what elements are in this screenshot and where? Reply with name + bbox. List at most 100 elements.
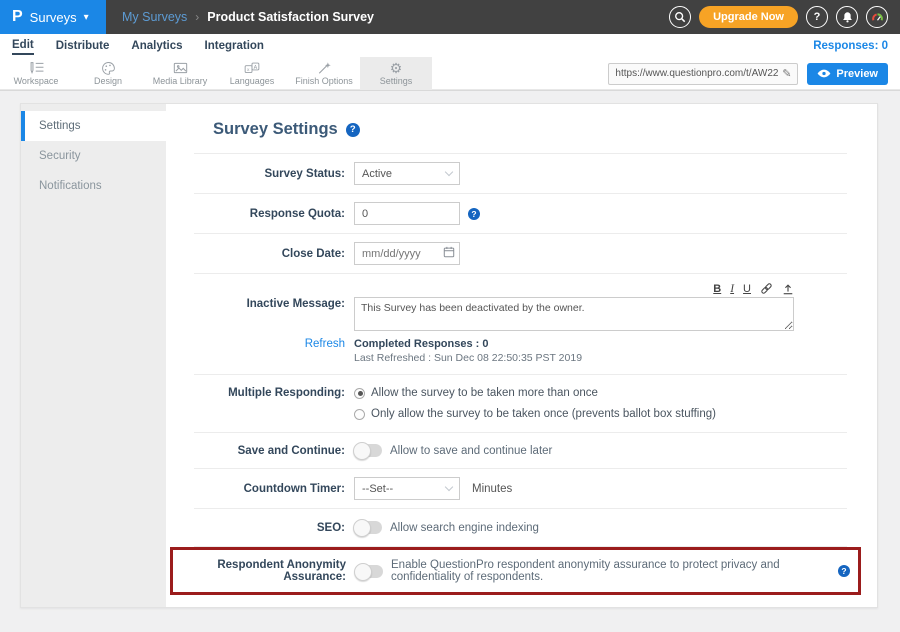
radio-button-icon[interactable]: [354, 409, 365, 420]
help-button[interactable]: ?: [806, 6, 828, 28]
tab-integration[interactable]: Integration: [205, 38, 264, 54]
close-date-row: Close Date:: [194, 234, 847, 274]
questionpro-logo: P: [12, 9, 23, 25]
tab-edit[interactable]: Edit: [12, 37, 34, 55]
survey-status-select[interactable]: Active: [354, 162, 460, 185]
toolbar-item-finish-options[interactable]: Finish Options: [288, 57, 360, 90]
save-continue-row: Save and Continue: Allow to save and con…: [194, 433, 847, 469]
sidebar-item-settings[interactable]: Settings: [21, 111, 166, 141]
survey-url-box[interactable]: ✎: [608, 63, 798, 85]
page-title-row: Survey Settings ?: [194, 104, 847, 154]
response-quota-row: Response Quota: ?: [194, 194, 847, 234]
edit-url-icon[interactable]: ✎: [782, 67, 791, 80]
workspace-icon: [28, 61, 45, 75]
minutes-suffix: Minutes: [472, 483, 512, 495]
svg-text:A: A: [254, 65, 258, 71]
underline-button[interactable]: U: [743, 283, 751, 295]
radio-button-icon[interactable]: [354, 388, 365, 399]
bold-button[interactable]: B: [713, 283, 721, 295]
inactive-message-row: Inactive Message: B I U This Survey has …: [194, 274, 847, 333]
gauge-icon: [871, 11, 884, 23]
seo-toggle[interactable]: [354, 521, 382, 534]
seo-text: Allow search engine indexing: [390, 522, 539, 534]
inactive-message-textarea[interactable]: This Survey has been deactivated by the …: [354, 297, 794, 331]
surveys-product-menu[interactable]: P Surveys ▾: [0, 0, 106, 34]
chevron-down-icon: [445, 483, 453, 491]
notifications-button[interactable]: [836, 6, 858, 28]
countdown-timer-label: Countdown Timer:: [194, 483, 354, 495]
respondent-anonymity-label: Respondent Anonymity Assurance:: [183, 559, 355, 583]
account-gauge-button[interactable]: [866, 6, 888, 28]
save-continue-text: Allow to save and continue later: [390, 445, 552, 457]
toolbar-item-label: Finish Options: [295, 76, 353, 86]
tab-analytics[interactable]: Analytics: [131, 38, 182, 54]
respondent-anonymity-toggle[interactable]: [355, 565, 383, 578]
toolbar-item-label: Languages: [230, 76, 275, 86]
breadcrumb-survey-title: Product Satisfaction Survey: [207, 10, 374, 24]
toolbar-item-design[interactable]: Design: [72, 57, 144, 90]
response-quota-input[interactable]: [354, 202, 460, 225]
seo-label: SEO:: [194, 522, 354, 534]
radio-allow-multiple[interactable]: Allow the survey to be taken more than o…: [354, 387, 716, 399]
responses-count[interactable]: Responses: 0: [813, 40, 888, 52]
insert-image-button[interactable]: [782, 283, 794, 295]
response-quota-help-icon[interactable]: ?: [468, 208, 480, 220]
breadcrumb-my-surveys[interactable]: My Surveys: [122, 10, 187, 24]
eye-icon: [817, 69, 831, 78]
seo-row: SEO: Allow search engine indexing: [194, 509, 847, 547]
edit-toolbar: Workspace Design Media Library xA Langua…: [0, 57, 900, 91]
refresh-row: Refresh Completed Responses : 0 Last Ref…: [194, 333, 847, 375]
caret-down-icon: ▾: [84, 12, 89, 23]
toolbar-item-settings[interactable]: ⚙ Settings: [360, 57, 432, 90]
insert-link-button[interactable]: [760, 282, 773, 295]
respondent-anonymity-row: Respondent Anonymity Assurance: Enable Q…: [170, 547, 861, 595]
survey-status-value: Active: [362, 168, 446, 180]
respondent-anonymity-help-icon[interactable]: ?: [838, 565, 850, 577]
search-button[interactable]: [669, 6, 691, 28]
save-continue-toggle[interactable]: [354, 444, 382, 457]
magic-wand-icon: [317, 61, 332, 75]
preview-button[interactable]: Preview: [807, 63, 888, 85]
countdown-timer-select[interactable]: --Set--: [354, 477, 460, 500]
refresh-link[interactable]: Refresh: [194, 338, 354, 350]
preview-label: Preview: [836, 68, 878, 80]
survey-status-row: Survey Status: Active: [194, 154, 847, 194]
tab-distribute[interactable]: Distribute: [56, 38, 110, 54]
upgrade-now-button[interactable]: Upgrade Now: [699, 6, 798, 28]
radio-label: Only allow the survey to be taken once (…: [371, 408, 716, 420]
calendar-icon[interactable]: [443, 246, 455, 258]
text-format-toolbar: B I U: [713, 282, 794, 295]
upload-image-icon: [782, 283, 794, 295]
survey-url-input[interactable]: [615, 68, 778, 79]
toolbar-right: ✎ Preview: [608, 57, 900, 90]
toolbar-item-languages[interactable]: xA Languages: [216, 57, 288, 90]
chevron-down-icon: [445, 168, 453, 176]
survey-settings-help-icon[interactable]: ?: [346, 123, 360, 137]
radio-allow-once[interactable]: Only allow the survey to be taken once (…: [354, 408, 716, 420]
product-menu-label: Surveys: [30, 10, 77, 25]
countdown-timer-row: Countdown Timer: --Set-- Minutes: [194, 469, 847, 509]
response-quota-label: Response Quota:: [194, 208, 354, 220]
italic-button[interactable]: I: [730, 283, 734, 295]
toolbar-item-label: Workspace: [14, 76, 59, 86]
breadcrumb-separator: ›: [195, 10, 199, 24]
sidebar-item-security[interactable]: Security: [21, 141, 166, 171]
save-continue-label: Save and Continue:: [194, 445, 354, 457]
breadcrumb: My Surveys › Product Satisfaction Survey: [106, 0, 669, 34]
countdown-timer-value: --Set--: [362, 483, 446, 495]
radio-label: Allow the survey to be taken more than o…: [371, 387, 598, 399]
topbar-actions: Upgrade Now ?: [669, 0, 900, 34]
bell-icon: [842, 11, 853, 23]
palette-icon: [101, 61, 116, 75]
toolbar-item-workspace[interactable]: Workspace: [0, 57, 72, 90]
multiple-responding-row: Multiple Responding: Allow the survey to…: [194, 375, 847, 433]
toolbar-item-label: Settings: [380, 76, 413, 86]
close-date-label: Close Date:: [194, 248, 354, 260]
search-icon: [674, 11, 686, 23]
settings-page: Settings Security Notifications Survey S…: [20, 103, 878, 608]
inactive-message-label: Inactive Message:: [194, 282, 354, 310]
toolbar-item-media-library[interactable]: Media Library: [144, 57, 216, 90]
page-title: Survey Settings: [213, 120, 338, 139]
sidebar-item-notifications[interactable]: Notifications: [21, 171, 166, 201]
respondent-anonymity-text: Enable QuestionPro respondent anonymity …: [391, 559, 830, 583]
